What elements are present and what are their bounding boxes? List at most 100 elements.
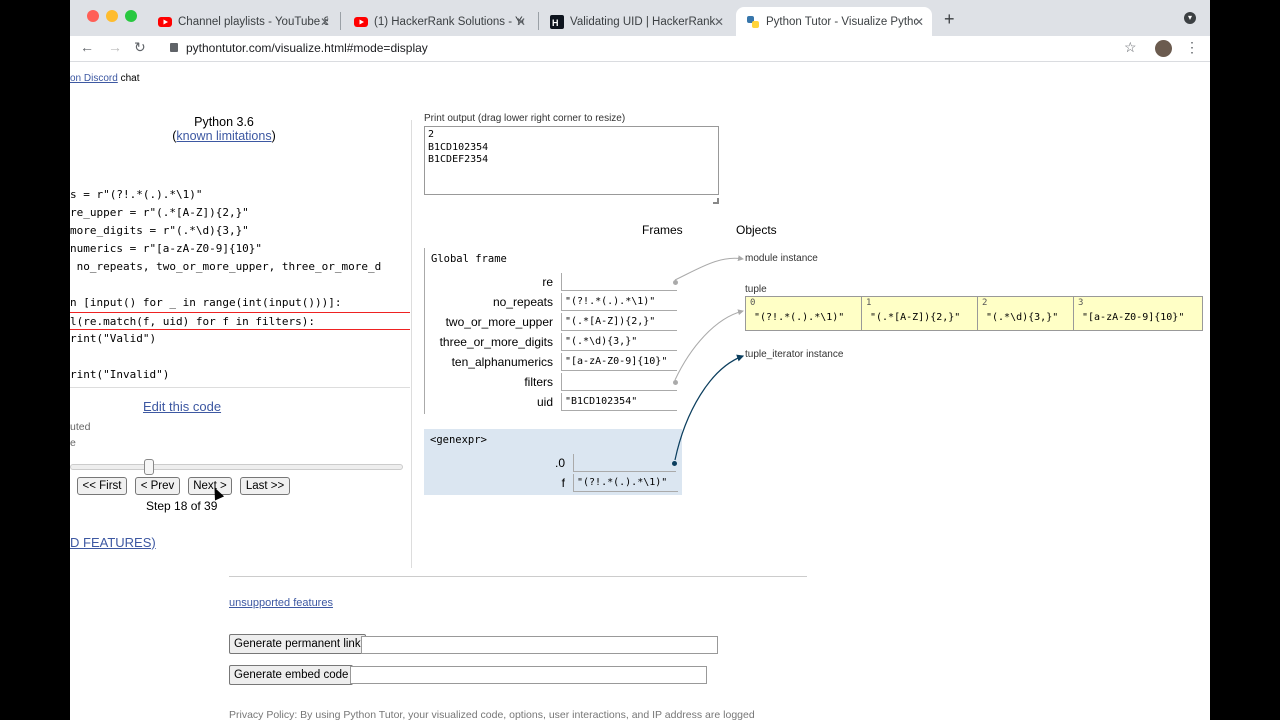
limitations-line: (known limitations) [172, 129, 276, 143]
objects-header: Objects [736, 223, 777, 237]
frame-var-row: ten_alphanumerics "[a-zA-Z0-9]{10}" [425, 353, 683, 371]
tuple-index: 2 [982, 298, 988, 308]
first-button[interactable]: << First [77, 477, 127, 495]
zoom-window-button[interactable] [125, 10, 137, 22]
tab-strip: Channel playlists - YouTube Stu ✕ (1) Ha… [70, 0, 1210, 36]
close-icon[interactable]: ✕ [914, 15, 924, 29]
global-frame: Global frame re no_repeats "(?!.*(.).*\1… [424, 248, 682, 414]
genexpr-frame: <genexpr> .0 f "(?!.*(.).*\1)" [424, 429, 682, 495]
tuple-index: 1 [866, 298, 872, 308]
frame-var-row: no_repeats "(?!.*(.).*\1)" [425, 293, 683, 311]
tuple-value: "[a-zA-Z0-9]{10}" [1082, 312, 1185, 323]
back-arrow-icon[interactable]: ← [80, 39, 94, 55]
tab-hackerrank-solutions[interactable]: (1) HackerRank Solutions - You ✕ [344, 7, 534, 36]
new-tab-icon[interactable]: + [944, 9, 955, 30]
edit-code-link[interactable]: Edit this code [143, 399, 221, 414]
legend-executed: uted [70, 421, 91, 433]
features-link[interactable]: D FEATURES) [70, 535, 156, 550]
var-name: filters [524, 375, 553, 389]
step-slider[interactable] [70, 464, 403, 470]
resize-handle[interactable] [713, 198, 719, 204]
reload-icon[interactable]: ↻ [134, 39, 146, 56]
chat-suffix: chat [117, 73, 140, 84]
tab-youtube-playlists[interactable]: Channel playlists - YouTube Stu ✕ [148, 7, 338, 36]
tuple-index: 3 [1078, 298, 1084, 308]
bookmark-star-icon[interactable]: ☆ [1124, 39, 1137, 56]
tab-title: (1) HackerRank Solutions - You [374, 15, 524, 28]
step-slider-thumb[interactable] [144, 459, 154, 475]
var-name: .0 [554, 456, 565, 470]
print-output-box[interactable]: 2 B1CD102354 B1CDEF2354 [424, 126, 719, 195]
tab-search-icon[interactable]: ▾ [1184, 12, 1196, 24]
prev-button[interactable]: < Prev [135, 477, 180, 495]
close-icon[interactable]: ✕ [320, 15, 330, 29]
menu-kebab-icon[interactable]: ⋮ [1185, 39, 1199, 56]
svg-text:H: H [552, 18, 559, 28]
unsupported-features-link[interactable]: unsupported features [229, 597, 333, 609]
tab-divider [538, 12, 539, 30]
code-line: n [input() for _ in range(int(input()))]… [70, 296, 342, 309]
tuple-cell: 2 "(.*\d){3,}" [978, 297, 1074, 330]
code-divider [70, 387, 410, 388]
discord-link[interactable]: on Discord [70, 73, 118, 84]
var-value [561, 373, 677, 391]
var-value: "(.*\d){3,}" [561, 333, 677, 351]
code-display: s = r"(?!.*(.).*\1)" re_upper = r"(.*[A-… [70, 186, 410, 384]
var-name: ten_alphanumerics [451, 355, 553, 369]
code-line: re_upper = r"(.*[A-Z]){2,}" [70, 206, 249, 219]
python-icon [747, 15, 759, 28]
var-name: three_or_more_digits [439, 335, 553, 349]
tuple-object: 0 "(?!.*(.).*\1)" 1 "(.*[A-Z]){2,}" 2 "(… [745, 296, 1203, 331]
tuple-index: 0 [750, 298, 756, 308]
step-counter: Step 18 of 39 [146, 499, 218, 513]
last-button[interactable]: Last >> [240, 477, 290, 495]
generate-embed-button[interactable]: Generate embed code [229, 665, 354, 685]
print-output-label: Print output (drag lower right corner to… [424, 113, 626, 124]
known-limitations-link[interactable]: known limitations [176, 129, 271, 143]
tab-validating-uid[interactable]: H Validating UID | HackerRank ✕ [540, 7, 732, 36]
tuple-iterator-label: tuple_iterator instance [745, 349, 844, 360]
tab-divider [340, 12, 341, 30]
code-line: rint("Valid") [70, 332, 157, 345]
genexpr-frame-title: <genexpr> [430, 434, 487, 446]
avatar[interactable] [1155, 40, 1172, 57]
var-value: "B1CD102354" [561, 393, 677, 411]
permalink-field[interactable] [361, 636, 718, 654]
privacy-policy-text: Privacy Policy: By using Python Tutor, y… [229, 709, 755, 720]
embed-code-field[interactable] [350, 666, 707, 684]
browser-window: Channel playlists - YouTube Stu ✕ (1) Ha… [70, 0, 1210, 720]
frame-var-row: filters [425, 373, 683, 391]
close-icon[interactable]: ✕ [714, 15, 724, 29]
youtube-icon [354, 16, 368, 27]
panel-divider [411, 120, 412, 568]
forward-arrow-icon[interactable]: → [108, 39, 122, 55]
next-button[interactable]: Next > [188, 477, 232, 495]
close-window-button[interactable] [87, 10, 99, 22]
frame-var-row: three_or_more_digits "(.*\d){3,}" [425, 333, 683, 351]
close-icon[interactable]: ✕ [516, 15, 526, 29]
pointer-arrow-re [674, 255, 744, 281]
discord-chat-line: on Discord chat [70, 73, 140, 84]
var-name: f [561, 476, 565, 490]
generate-permalink-button[interactable]: Generate permanent link [229, 634, 366, 654]
pointer-dot [672, 461, 677, 466]
address-bar[interactable]: pythontutor.com/visualize.html#mode=disp… [166, 38, 1146, 58]
hackerrank-icon: H [550, 14, 564, 29]
frame-var-row: re [425, 273, 683, 291]
code-line: numerics = r"[a-zA-Z0-9]{10}" [70, 242, 263, 255]
browser-toolbar: ← → ↻ pythontutor.com/visualize.html#mod… [70, 36, 1210, 62]
pointer-arrow-genexpr [674, 354, 745, 461]
tab-python-tutor[interactable]: Python Tutor - Visualize Python ✕ [736, 7, 932, 36]
tuple-cell: 1 "(.*[A-Z]){2,}" [862, 297, 978, 330]
language-label: Python 3.6 [194, 115, 254, 129]
minimize-window-button[interactable] [106, 10, 118, 22]
pointer-arrow-filters [674, 309, 744, 381]
tuple-cell: 3 "[a-zA-Z0-9]{10}" [1074, 297, 1202, 330]
tuple-value: "(.*[A-Z]){2,}" [870, 312, 961, 323]
var-name: no_repeats [492, 295, 553, 309]
tab-title: Python Tutor - Visualize Python [766, 15, 916, 28]
var-value [573, 454, 676, 472]
frame-var-row: uid "B1CD102354" [425, 393, 683, 411]
tuple-value: "(?!.*(.).*\1)" [754, 312, 845, 323]
